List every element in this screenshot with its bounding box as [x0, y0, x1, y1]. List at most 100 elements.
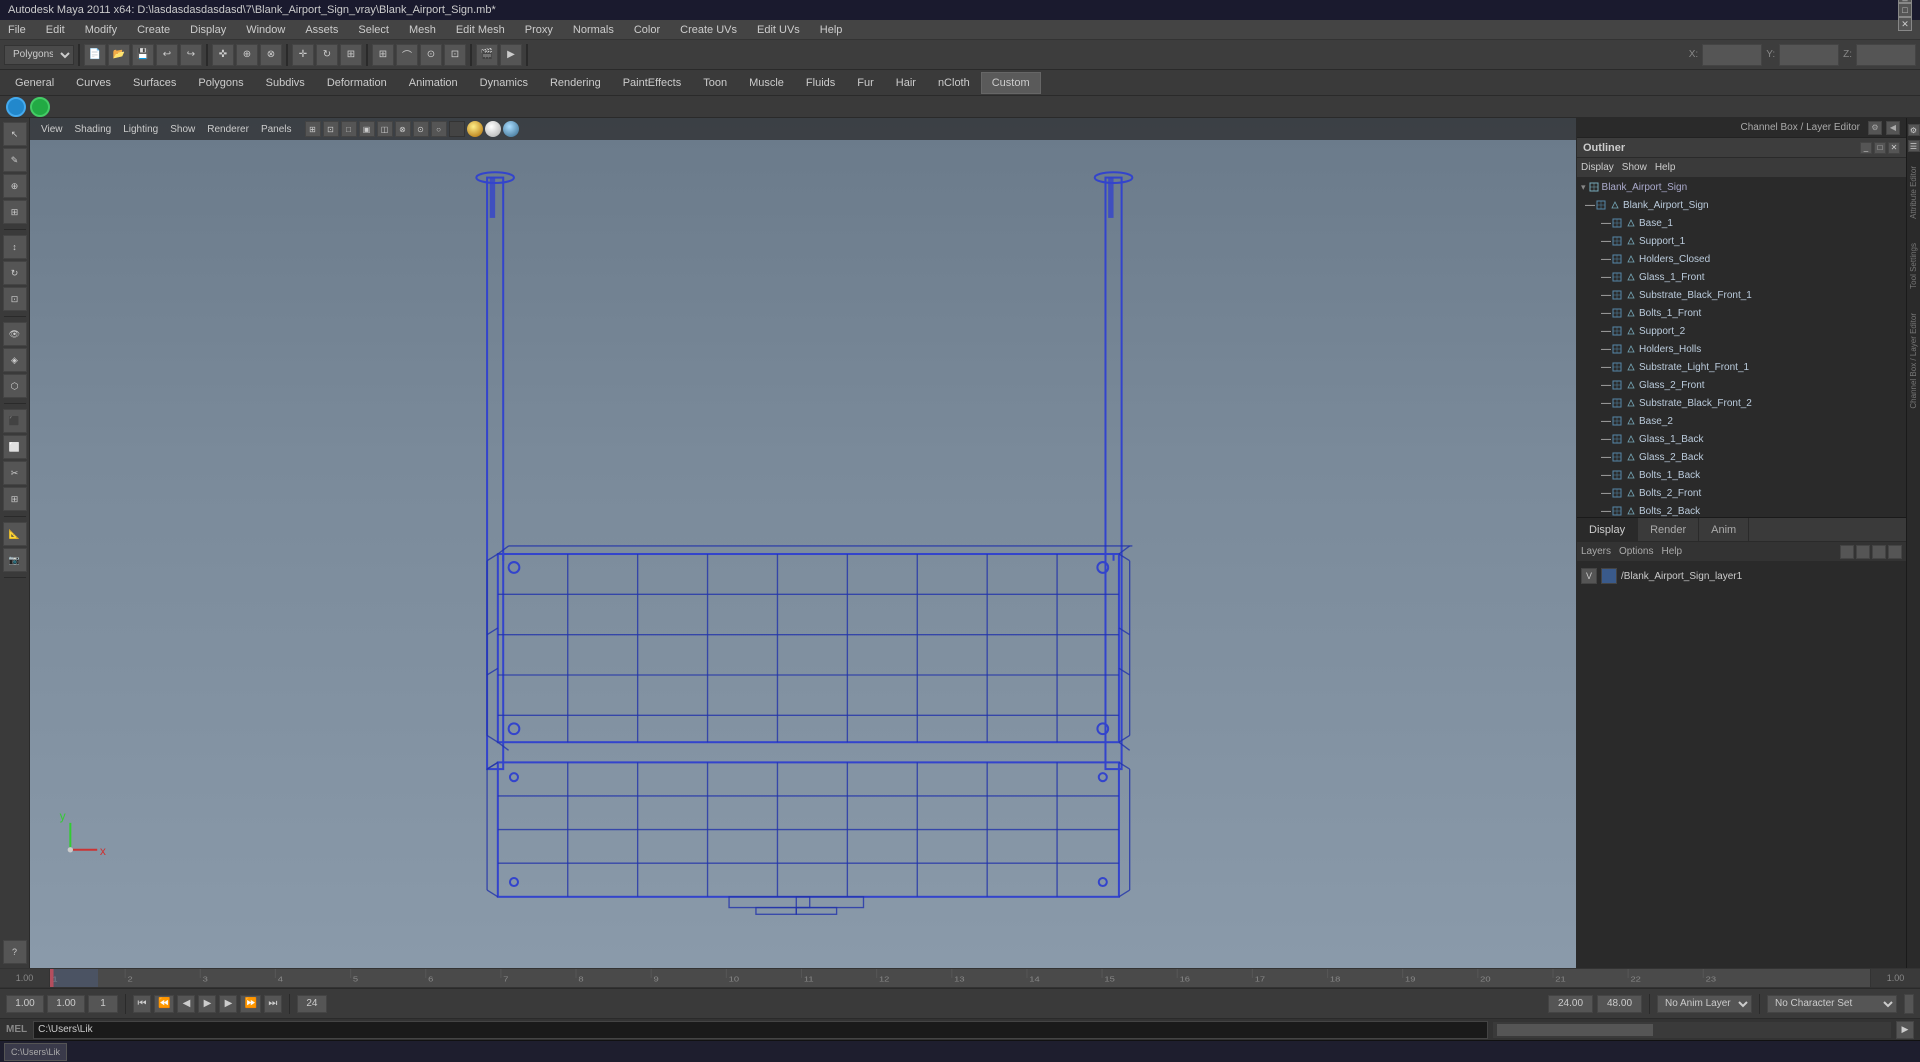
ipr-btn[interactable]: ▶ — [500, 44, 522, 66]
select-mode-btn[interactable]: ↖ — [3, 122, 27, 146]
outliner-item-holders-holls[interactable]: — Holders_Holls — [1577, 340, 1906, 358]
cb-collapse-btn[interactable]: ◀ — [1886, 121, 1900, 135]
frame-start-field[interactable] — [6, 995, 44, 1013]
menu-select[interactable]: Select — [354, 22, 393, 38]
vp-icon-3[interactable]: □ — [341, 121, 357, 137]
vp-icon-6[interactable]: ⊗ — [395, 121, 411, 137]
outliner-item-bolts-1-front[interactable]: — Bolts_1_Front — [1577, 304, 1906, 322]
attr-editor-label[interactable]: Attribute Editor — [1909, 166, 1918, 219]
shading-menu[interactable]: Shading — [70, 122, 117, 137]
measure-btn[interactable]: 📐 — [3, 522, 27, 546]
outliner-item-substrate-black-front-1[interactable]: — Substrate_Black_Front_1 — [1577, 286, 1906, 304]
save-scene-btn[interactable]: 💾 — [132, 44, 154, 66]
outliner-menu-help[interactable]: Help — [1655, 162, 1676, 173]
menu-window[interactable]: Window — [242, 22, 289, 38]
tab-painteffects[interactable]: PaintEffects — [612, 72, 693, 94]
outliner-item-base-1[interactable]: — Base_1 — [1577, 214, 1906, 232]
menu-assets[interactable]: Assets — [301, 22, 342, 38]
tab-custom[interactable]: Custom — [981, 72, 1041, 94]
range-end-field[interactable] — [297, 995, 327, 1013]
z-field[interactable] — [1856, 44, 1916, 66]
layer-icon-2[interactable] — [1856, 545, 1870, 559]
tab-general[interactable]: General — [4, 72, 65, 94]
outliner-item-holders-closed[interactable]: — Holders_Closed — [1577, 250, 1906, 268]
menu-create[interactable]: Create — [133, 22, 174, 38]
view-menu[interactable]: View — [36, 122, 68, 137]
outliner-minimize[interactable]: _ — [1860, 142, 1872, 154]
current-frame-num[interactable] — [88, 995, 118, 1013]
scale-btn-lt[interactable]: ⊡ — [3, 287, 27, 311]
menu-edit[interactable]: Edit — [42, 22, 69, 38]
merge-btn[interactable]: ⊞ — [3, 487, 27, 511]
light-orb-1[interactable] — [467, 121, 483, 137]
paint-weights-btn[interactable]: ⬡ — [3, 374, 27, 398]
snap-btn[interactable]: ⊞ — [3, 200, 27, 224]
tab-surfaces[interactable]: Surfaces — [122, 72, 187, 94]
vp-icon-5[interactable]: ◫ — [377, 121, 393, 137]
question-btn[interactable]: ? — [3, 940, 27, 964]
rotate-tool-btn[interactable]: ↻ — [316, 44, 338, 66]
time-ruler-area[interactable]: 1 2 3 4 5 6 7 8 9 10 11 12 13 1 — [50, 969, 1870, 987]
mel-input-field[interactable] — [33, 1021, 1488, 1039]
outliner-menu-show[interactable]: Show — [1622, 162, 1647, 173]
current-frame-field[interactable] — [47, 995, 85, 1013]
outliner-content[interactable]: ▾ Blank_Airport_Sign — Blank_ — [1577, 178, 1906, 518]
y-field[interactable] — [1779, 44, 1839, 66]
menu-proxy[interactable]: Proxy — [521, 22, 557, 38]
check2[interactable] — [30, 97, 50, 117]
menu-normals[interactable]: Normals — [569, 22, 618, 38]
lighting-menu[interactable]: Lighting — [118, 122, 163, 137]
outliner-item-root[interactable]: ▾ Blank_Airport_Sign — [1577, 178, 1906, 196]
outliner-menu-display[interactable]: Display — [1581, 162, 1614, 173]
light-orb-2[interactable] — [485, 121, 501, 137]
side-btn-1[interactable]: ⚙ — [1908, 124, 1920, 136]
anim-layer-select[interactable]: No Anim Layer — [1657, 995, 1752, 1013]
total-frames-48[interactable] — [1597, 995, 1642, 1013]
pb-step-fwd[interactable]: ▶ — [219, 995, 237, 1013]
vp-icon-4[interactable]: ▣ — [359, 121, 375, 137]
render-btn[interactable]: 🎬 — [476, 44, 498, 66]
menu-edit-uvs[interactable]: Edit UVs — [753, 22, 804, 38]
tab-polygons[interactable]: Polygons — [187, 72, 254, 94]
tab-subdivs[interactable]: Subdivs — [255, 72, 316, 94]
vp-icon-2[interactable]: ⊡ — [323, 121, 339, 137]
tab-hair[interactable]: Hair — [885, 72, 927, 94]
outliner-item-glass-1-back[interactable]: — Glass_1_Back — [1577, 430, 1906, 448]
side-btn-2[interactable]: ☰ — [1908, 140, 1920, 152]
outliner-item-substrate-light-front-1[interactable]: — Substrate_Light_Front_1 — [1577, 358, 1906, 376]
tab-toon[interactable]: Toon — [692, 72, 738, 94]
tab-muscle[interactable]: Muscle — [738, 72, 795, 94]
new-scene-btn[interactable]: 📄 — [84, 44, 106, 66]
menu-mesh[interactable]: Mesh — [405, 22, 440, 38]
create-poly-btn[interactable]: ⬛ — [3, 409, 27, 433]
move-btn[interactable]: ↕ — [3, 235, 27, 259]
camera-btn[interactable]: 📷 — [3, 548, 27, 572]
show-menu[interactable]: Show — [165, 122, 200, 137]
outliner-item-glass-2-front[interactable]: — Glass_2_Front — [1577, 376, 1906, 394]
cut-btn[interactable]: ✂ — [3, 461, 27, 485]
tab-deformation[interactable]: Deformation — [316, 72, 398, 94]
layer-icon-4[interactable] — [1888, 545, 1902, 559]
layer-tab-anim[interactable]: Anim — [1699, 518, 1749, 542]
mode-select[interactable]: Polygons — [4, 45, 74, 65]
pb-goto-end[interactable]: ⏭ — [264, 995, 282, 1013]
outliner-close[interactable]: ✕ — [1888, 142, 1900, 154]
layer-sub-help[interactable]: Help — [1661, 546, 1682, 557]
pb-goto-start[interactable]: ⏮ — [133, 995, 151, 1013]
outliner-item-bolts-2-back[interactable]: — Bolts_2_Back — [1577, 502, 1906, 518]
redo-btn[interactable]: ↪ — [180, 44, 202, 66]
pb-play[interactable]: ▶ — [198, 995, 216, 1013]
outliner-item-base-2[interactable]: — Base_2 — [1577, 412, 1906, 430]
view-select-btn[interactable]: 👁 — [3, 322, 27, 346]
sculpt-btn[interactable]: ◈ — [3, 348, 27, 372]
menu-file[interactable]: File — [4, 22, 30, 38]
total-frames-field[interactable] — [1548, 995, 1593, 1013]
layer-tab-render[interactable]: Render — [1638, 518, 1699, 542]
tab-fur[interactable]: Fur — [846, 72, 885, 94]
menu-color[interactable]: Color — [630, 22, 664, 38]
panels-menu[interactable]: Panels — [256, 122, 297, 137]
menu-modify[interactable]: Modify — [81, 22, 121, 38]
outliner-maximize[interactable]: □ — [1874, 142, 1886, 154]
tool-settings-label[interactable]: Tool Settings — [1909, 243, 1918, 289]
snap-point-btn[interactable]: ⊙ — [420, 44, 442, 66]
